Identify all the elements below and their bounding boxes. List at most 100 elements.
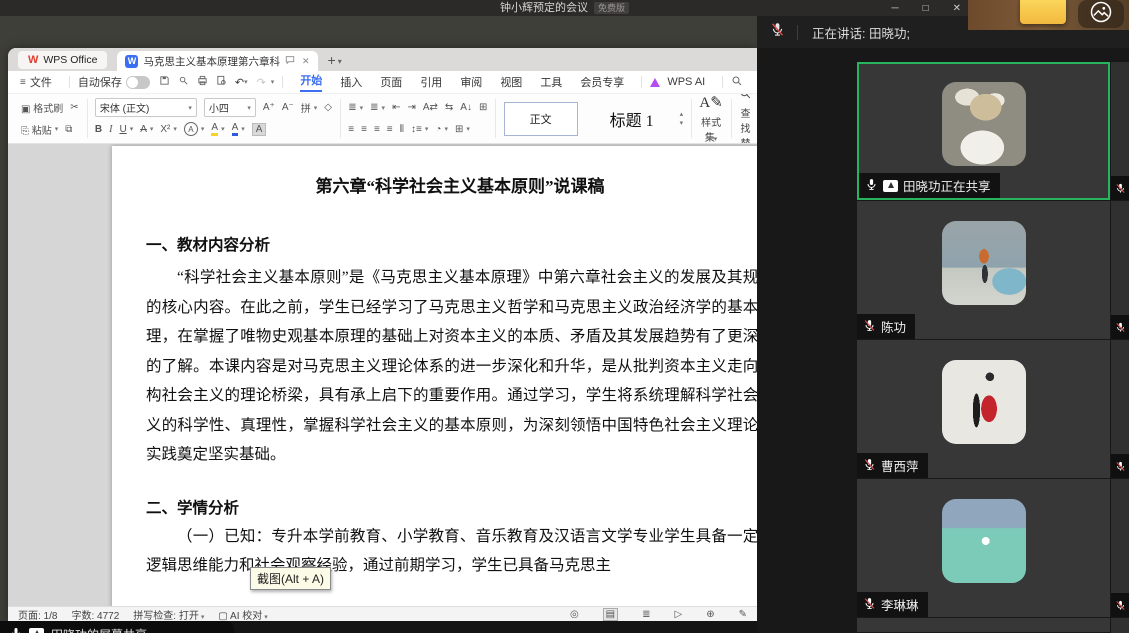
increase-font-icon[interactable]: A⁺ [263,102,275,113]
undo-caret-icon[interactable]: ▾ [244,78,248,86]
tab-close-icon[interactable]: ✕ [302,56,310,67]
video-tile-caoxiping[interactable]: 曹西萍 [857,340,1110,478]
phonetic-guide-icon[interactable]: 拼 [301,100,311,115]
sticky-note[interactable] [1020,0,1066,24]
format-painter-button[interactable]: ▣ 格式刷 [21,100,63,115]
menu-tab-reference[interactable]: 引用 [420,74,442,90]
caret-icon[interactable]: ▾ [241,125,245,133]
minimize-button[interactable]: ─ [891,3,898,14]
style-heading1[interactable]: 标题 1 [584,101,680,137]
style-normal[interactable]: 正文 [503,101,578,136]
protect-mode-icon[interactable]: ◎ [570,609,579,620]
web-view-icon[interactable]: ⊕ [706,609,714,620]
caret-icon[interactable]: ▾ [221,125,225,133]
bold-button[interactable]: B [95,124,102,135]
highlight-color-button[interactable]: A [211,122,219,137]
menu-tab-home[interactable]: 开始 [300,72,323,92]
wps-ai-button[interactable]: WPS AI [650,76,705,88]
underline-button[interactable]: U [119,124,126,135]
two-way-icon[interactable]: ⇆ [445,102,453,113]
distribute-icon[interactable]: ⦀ [400,124,404,135]
print-icon[interactable] [197,75,208,89]
caret-icon[interactable]: ▾ [382,104,386,112]
menu-tab-member[interactable]: 会员专享 [580,74,624,90]
menu-tab-insert[interactable]: 插入 [340,74,362,90]
text-direction-icon[interactable]: A⇄ [423,102,438,113]
decrease-indent-icon[interactable]: ⇤ [392,102,400,113]
autosave-control[interactable]: 自动保存 [78,74,150,90]
output-icon[interactable] [178,75,189,89]
menu-tab-view[interactable]: 视图 [500,74,522,90]
justify-icon[interactable]: ≡ [387,124,393,135]
paste-caret-icon[interactable]: ▾ [55,125,59,133]
print-preview-icon[interactable] [216,75,227,89]
caret-icon[interactable]: ▾ [314,104,318,112]
font-name-select[interactable]: 宋体 (正文) ▾ [94,98,197,118]
strikethrough-button[interactable]: A [140,124,147,135]
maximize-button[interactable]: □ [923,3,929,14]
outline-view-icon[interactable]: ≣ [642,609,650,620]
paste-button[interactable]: ⎘ 粘贴 [21,122,52,137]
file-menu[interactable]: ≡ 文件 [20,74,52,90]
document-tab[interactable]: W 马克思主义基本原理第六章科 ✕ [117,51,318,71]
share-banner-text: 田晓功的屏幕共享 [51,626,147,633]
undo-button[interactable]: ↶ ▾ [235,76,248,89]
font-color-button[interactable]: A [231,122,239,137]
caret-icon[interactable]: ▾ [425,125,429,133]
spellcheck-toggle[interactable]: 拼写检查: 打开 ▾ [133,607,204,622]
wps-home-tab[interactable]: W WPS Office [18,51,108,69]
image-tool-button[interactable] [1078,0,1124,28]
style-set-button[interactable]: 样式集 ▾ [699,114,722,143]
borders-icon[interactable]: ⊞ [455,124,463,135]
decrease-font-icon[interactable]: A⁻ [282,102,294,113]
caret-icon[interactable]: ▾ [150,125,154,133]
superscript-button[interactable]: X² [160,124,170,135]
redo-button[interactable]: ↷ [257,76,266,89]
menu-tab-review[interactable]: 审阅 [460,74,482,90]
comment-bubble-icon[interactable] [285,55,295,68]
shading-icon[interactable]: ◔ [435,124,441,135]
menu-tab-tools[interactable]: 工具 [540,74,562,90]
close-button[interactable]: ✕ [953,3,961,14]
char-shading-button[interactable]: A [251,122,267,136]
numbered-list-icon[interactable]: ≣ [370,102,378,113]
video-tile-chengong[interactable]: 陈功 [857,201,1110,339]
tab-list-caret-icon[interactable]: ▾ [338,57,342,66]
style-gallery-spinner[interactable]: ▴ ▾ [680,110,684,127]
char-border-button[interactable]: A [183,122,198,137]
video-tile-lilinlin[interactable]: 李琳琳 [857,479,1110,617]
autosave-toggle[interactable] [125,75,150,89]
marks-icon[interactable]: ⊞ [479,102,487,113]
caret-icon[interactable]: ▾ [201,125,205,133]
edit-pen-icon[interactable]: ✎ [739,609,747,620]
ai-proofread-button[interactable]: ▢ AI 校对 ▾ [218,607,267,622]
document-page[interactable]: 第六章“科学社会主义基本原则”说课稿 一、教材内容分析 “科学社会主义基本原则”… [112,146,757,606]
cut-icon[interactable]: ✂ [70,102,78,113]
align-right-icon[interactable]: ≡ [374,124,380,135]
quickbar-caret-icon[interactable]: ▾ [271,78,275,86]
save-icon[interactable] [159,75,170,89]
caret-icon[interactable]: ▾ [466,125,470,133]
italic-button[interactable]: I [109,124,112,135]
caret-icon[interactable]: ▾ [360,104,364,112]
bullet-list-icon[interactable]: ≣ [348,102,356,113]
caret-icon[interactable]: ▾ [130,125,134,133]
new-tab-button[interactable]: + [328,52,336,68]
line-spacing-icon[interactable]: ↕≡ [411,124,422,135]
page-view-icon[interactable]: ▤ [602,607,619,621]
play-view-icon[interactable]: ▷ [675,609,683,620]
increase-indent-icon[interactable]: ⇥ [407,102,415,113]
screen-share-banner[interactable]: 田晓功的屏幕共享 [0,621,234,633]
sort-icon[interactable]: A↓ [460,102,472,113]
align-center-icon[interactable]: ≡ [361,124,367,135]
find-replace-button[interactable]: 查找替 [739,105,752,143]
search-icon[interactable] [731,75,743,90]
menu-tab-page[interactable]: 页面 [380,74,402,90]
copy-icon[interactable]: ⧉ [65,124,72,135]
clear-format-icon[interactable]: ◇ [324,102,332,113]
align-left-icon[interactable]: ≡ [348,124,354,135]
font-size-select[interactable]: 小四 ▾ [203,98,256,118]
caret-icon[interactable]: ▾ [173,125,177,133]
video-tile-tianxiaogong[interactable]: 田晓功正在共享 [857,62,1110,200]
caret-icon[interactable]: ▾ [444,125,448,133]
